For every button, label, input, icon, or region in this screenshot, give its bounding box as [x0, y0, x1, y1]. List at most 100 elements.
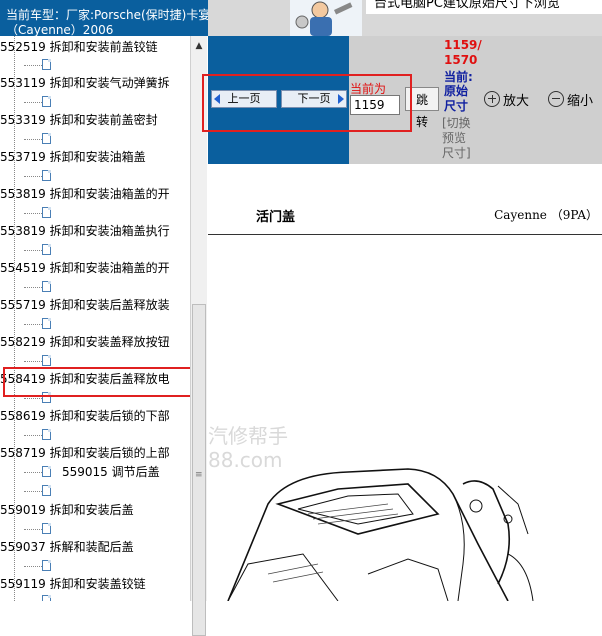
mascot-image — [290, 0, 362, 36]
car-info-line2: （Cayenne）2006 — [6, 23, 114, 36]
current-size-label: 当前: — [444, 70, 473, 84]
tree-item-label: 拆卸和安装前盖铰链 — [49, 40, 158, 54]
tree-item[interactable]: 558219 拆卸和安装盖释放按钮 — [0, 333, 170, 351]
tree-doc-node[interactable] — [10, 592, 70, 601]
tree-item-label: 拆卸和安装盖铰链 — [49, 577, 146, 591]
original-size-label: 原始尺寸 — [444, 84, 469, 113]
tree-item-code: 553819 — [0, 224, 46, 238]
document-icon — [42, 466, 51, 477]
tree-item-code: 553819 — [0, 187, 46, 201]
tree-item-code: 559015 — [62, 465, 108, 479]
tree-item-code: 559119 — [0, 577, 46, 591]
tree-doc-node[interactable] — [10, 278, 70, 296]
tree-item[interactable]: 559019 拆卸和安装后盖 — [0, 501, 134, 519]
tree-item-code: 555719 — [0, 298, 46, 312]
document-model: Cayenne （9PA） — [494, 208, 598, 222]
tree-doc-node[interactable] — [10, 167, 70, 185]
section-tree[interactable]: 552519 拆卸和安装前盖铰链 553119 拆卸和安装气动弹簧拆 55331… — [0, 36, 190, 601]
document-icon — [42, 207, 51, 218]
scrollbar-thumb[interactable]: ≡ — [192, 304, 206, 636]
selected-item-highlight — [3, 367, 197, 397]
tree-doc-node[interactable] — [10, 204, 70, 222]
zoom-out-icon — [548, 91, 564, 107]
tree-item-code: 552519 — [0, 40, 46, 54]
car-info-label: 当前车型： — [6, 8, 67, 22]
tree-item-label: 拆卸和安装油箱盖执行 — [49, 224, 170, 238]
tree-item-label: 拆卸和安装前盖密封 — [49, 113, 158, 127]
tree-item-code: 558219 — [0, 335, 46, 349]
tree-item-code: 553119 — [0, 76, 46, 90]
zoom-out-button[interactable]: 缩小 — [548, 90, 593, 109]
document-icon — [42, 59, 51, 70]
tree-item-label: 拆解和装配后盖 — [49, 540, 134, 554]
tree-item-label: 拆卸和安装油箱盖 — [49, 150, 146, 164]
scroll-up-arrow-icon[interactable]: ▲ — [193, 40, 205, 52]
tree-item-code: 558619 — [0, 409, 46, 423]
toggle-preview-size-link[interactable]: [切换预览尺寸] — [442, 116, 474, 161]
document-icon — [42, 133, 51, 144]
mascot-icon — [295, 1, 353, 36]
tree-sub-item[interactable]: 559015 调节后盖 — [62, 463, 160, 481]
tree-item[interactable]: 553319 拆卸和安装前盖密封 — [0, 111, 158, 129]
header-divider — [208, 234, 602, 235]
banner-message-text: 台式电脑PC建议原始尺寸下浏览 — [374, 0, 560, 11]
tree-item-code: 559019 — [0, 503, 46, 517]
nav-controls-highlight — [202, 74, 412, 132]
car-diagram-image — [227, 468, 534, 601]
tree-item[interactable]: 559037 拆解和装配后盖 — [0, 538, 134, 556]
top-banner: 当前车型：厂家:Porsche(保时捷)卡宴 （Cayenne）2006 台式电… — [0, 0, 602, 36]
car-info-value: 厂家:Porsche(保时捷)卡宴 — [66, 8, 208, 22]
document-icon — [42, 170, 51, 181]
page-toolbar: 上一页 下一页 当前为 跳转 1159/ 1570 当前: 原始尺寸 [切换预览… — [202, 36, 602, 164]
tree-item[interactable]: 554519 拆卸和安装油箱盖的开 — [0, 259, 170, 277]
document-title: 活门盖 — [256, 210, 296, 225]
tree-doc-node[interactable] — [10, 557, 70, 575]
car-model-info: 当前车型：厂家:Porsche(保时捷)卡宴 （Cayenne）2006 — [0, 0, 208, 36]
tree-item[interactable]: 553819 拆卸和安装油箱盖的开 — [0, 185, 170, 203]
document-icon — [42, 244, 51, 255]
tree-item[interactable]: 552519 拆卸和安装前盖铰链 — [0, 38, 158, 56]
tree-doc-node[interactable] — [10, 241, 70, 259]
tree-doc-node[interactable] — [10, 463, 70, 481]
tree-item-label: 拆卸和安装后锁的下部 — [49, 409, 170, 423]
tree-item-label: 拆卸和安装后盖释放装 — [49, 298, 170, 312]
zoom-out-label: 缩小 — [567, 94, 594, 109]
tree-doc-node[interactable] — [10, 93, 70, 111]
tree-item-code: 554519 — [0, 261, 46, 275]
tree-item-label: 拆卸和安装后锁的上部 — [49, 446, 170, 460]
tree-item-label: 拆卸和安装油箱盖的开 — [49, 187, 170, 201]
tree-doc-node[interactable] — [10, 426, 70, 444]
tree-doc-node[interactable] — [10, 315, 70, 333]
tree-doc-node[interactable] — [10, 520, 70, 538]
zoom-in-label: 放大 — [503, 94, 530, 109]
document-icon — [42, 318, 51, 329]
zoom-in-icon — [484, 91, 500, 107]
document-view[interactable]: 活门盖 Cayenne （9PA） 汽修帮手 88.com — [208, 164, 602, 601]
tree-item[interactable]: 553819 拆卸和安装油箱盖执行 — [0, 222, 170, 240]
document-icon — [42, 96, 51, 107]
tree-item-code: 559037 — [0, 540, 46, 554]
tree-item[interactable]: 553119 拆卸和安装气动弹簧拆 — [0, 74, 170, 92]
tree-doc-node[interactable] — [10, 56, 70, 74]
page-count-current: 1159/ — [444, 38, 482, 52]
page-count-total: 1570 — [444, 53, 478, 67]
grip-icon: ≡ — [195, 470, 203, 480]
tree-doc-node[interactable] — [10, 482, 70, 500]
document-icon — [42, 281, 51, 292]
tree-item-label: 拆卸和安装后盖 — [49, 503, 134, 517]
watermark-line-1: 汽修帮手 — [208, 424, 288, 448]
tree-item-label: 拆卸和安装油箱盖的开 — [49, 261, 170, 275]
banner-message: 台式电脑PC建议原始尺寸下浏览 — [366, 0, 602, 14]
tree-item[interactable]: 559119 拆卸和安装盖铰链 — [0, 575, 146, 593]
tree-doc-node[interactable] — [10, 130, 70, 148]
tree-item-label: 拆卸和安装盖释放按钮 — [49, 335, 170, 349]
zoom-in-button[interactable]: 放大 — [484, 90, 529, 109]
tree-item[interactable]: 555719 拆卸和安装后盖释放装 — [0, 296, 170, 314]
tree-item[interactable]: 553719 拆卸和安装油箱盖 — [0, 148, 146, 166]
document-icon — [42, 523, 51, 534]
tree-item[interactable]: 558719 拆卸和安装后锁的上部 — [0, 444, 170, 462]
document-icon — [42, 560, 51, 571]
document-icon — [42, 355, 51, 366]
tree-item[interactable]: 558619 拆卸和安装后锁的下部 — [0, 407, 170, 425]
document-icon — [42, 485, 51, 496]
